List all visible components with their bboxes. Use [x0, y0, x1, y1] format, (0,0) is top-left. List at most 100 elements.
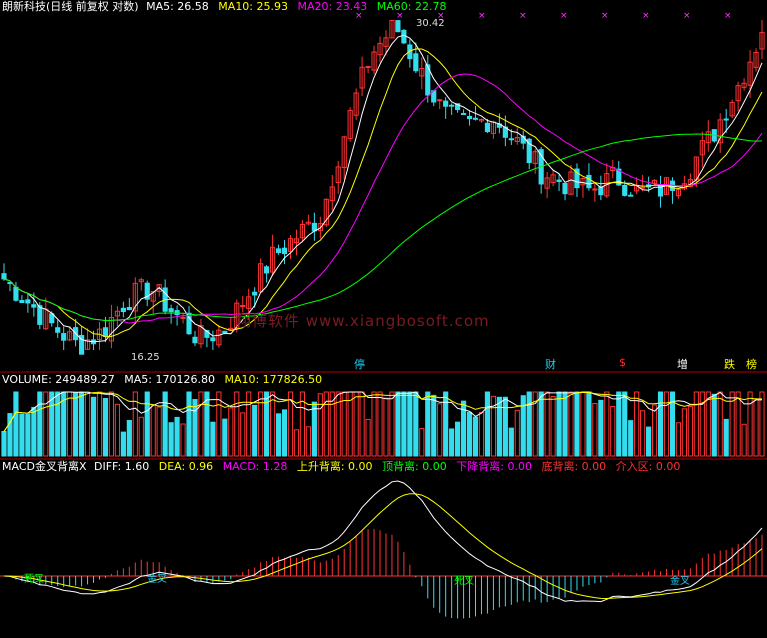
signal-marker: × — [560, 11, 568, 21]
watermark: 翔博软件 www.xiangbosoft.com — [236, 312, 490, 330]
candle-down — [598, 186, 604, 196]
volume-bar — [562, 391, 568, 457]
macd-panel — [0, 480, 767, 619]
candle-down — [466, 115, 473, 120]
volume-bar — [383, 397, 389, 457]
volume-bar — [347, 391, 353, 457]
event-marker-drop[interactable]: 跌 — [724, 356, 735, 372]
candle-down — [186, 312, 192, 335]
candle-down — [37, 305, 43, 325]
volume-bar — [90, 396, 97, 457]
volume-bar — [114, 403, 120, 457]
volume-bar — [741, 423, 747, 457]
candle-down — [413, 53, 419, 72]
volume-bar — [646, 426, 652, 457]
volume-bar — [705, 391, 711, 457]
event-marker-dollar[interactable]: $ — [619, 356, 626, 369]
volume-bar — [108, 391, 115, 457]
candle-down — [55, 327, 61, 333]
candle-up — [640, 186, 646, 189]
volume-bar — [120, 431, 126, 457]
candle-down — [395, 20, 401, 33]
volume-bar — [371, 391, 377, 457]
candle-down — [102, 327, 109, 337]
volume-bar — [138, 416, 144, 457]
event-marker-rank[interactable]: 榜 — [746, 356, 757, 372]
volume-bar — [592, 402, 598, 457]
volume-bar — [735, 391, 741, 457]
candle-down — [168, 308, 174, 313]
volume-bar — [365, 418, 371, 457]
volume-bar — [413, 391, 419, 457]
candle-down — [472, 117, 479, 120]
candle-down — [120, 307, 126, 313]
volume-bar — [186, 391, 192, 457]
candle-up — [365, 66, 371, 69]
candle-down — [562, 182, 568, 195]
candle-down — [449, 104, 455, 107]
volume-bar — [681, 408, 687, 457]
ma-line — [3, 48, 763, 338]
candle-down — [13, 286, 19, 301]
volume-bar — [443, 391, 449, 457]
volume-bar — [150, 404, 156, 457]
candle-down — [61, 333, 67, 341]
volume-bar — [520, 395, 526, 457]
signal-marker: × — [683, 11, 691, 21]
volume-bar — [126, 420, 132, 457]
volume-bar — [49, 391, 55, 457]
candle-down — [723, 118, 729, 121]
volume-bar — [604, 391, 610, 457]
volume-bar — [616, 391, 622, 457]
volume-bar — [210, 421, 216, 457]
volume-bar — [455, 421, 461, 457]
volume-bar — [275, 413, 282, 457]
volume-bar — [311, 401, 317, 457]
volume-bar — [228, 407, 234, 457]
volume-bar — [586, 391, 592, 457]
volume-bar — [628, 420, 634, 457]
high-price-label: 30.42 — [416, 18, 445, 29]
volume-bar — [526, 391, 532, 457]
event-marker-finance[interactable]: 财 — [545, 356, 556, 372]
volume-bar — [711, 393, 717, 457]
candle-down — [192, 336, 198, 344]
volume-bar — [341, 391, 347, 457]
volume-bar — [102, 397, 109, 457]
volume-bar — [168, 422, 174, 457]
candle-down — [586, 174, 592, 189]
volume-bar — [651, 404, 658, 457]
event-marker-increase[interactable]: 增 — [677, 356, 688, 372]
event-marker-suspend[interactable]: 停 — [354, 356, 365, 372]
volume-panel — [1, 391, 765, 457]
volume-bar — [19, 413, 25, 457]
candle-up — [240, 304, 246, 307]
volume-bar — [550, 396, 556, 457]
volume-bar — [466, 411, 473, 457]
signal-marker: × — [396, 11, 404, 21]
volume-bar — [610, 405, 616, 457]
ma-line — [3, 73, 763, 324]
volume-bar — [234, 391, 240, 457]
volume-bar — [693, 391, 699, 457]
volume-bar — [353, 391, 359, 457]
volume-bar — [640, 410, 646, 457]
volume-bar — [437, 403, 443, 457]
volume-bar — [198, 391, 204, 457]
candle-down — [401, 29, 407, 44]
volume-bar — [389, 391, 395, 457]
volume-bar — [269, 391, 276, 457]
volume-bar — [598, 399, 604, 457]
candle-down — [31, 304, 37, 308]
volume-bar — [222, 418, 228, 457]
ma-line — [3, 133, 763, 322]
volume-bar — [395, 391, 401, 457]
signal-marker: × — [724, 11, 732, 21]
volume-bar — [84, 391, 91, 457]
volume-bar — [544, 391, 550, 457]
candle-down — [628, 194, 634, 197]
candle-up — [437, 99, 443, 102]
volume-bar — [580, 391, 586, 457]
volume-bar — [174, 416, 180, 457]
macd-signal-line — [3, 480, 763, 603]
